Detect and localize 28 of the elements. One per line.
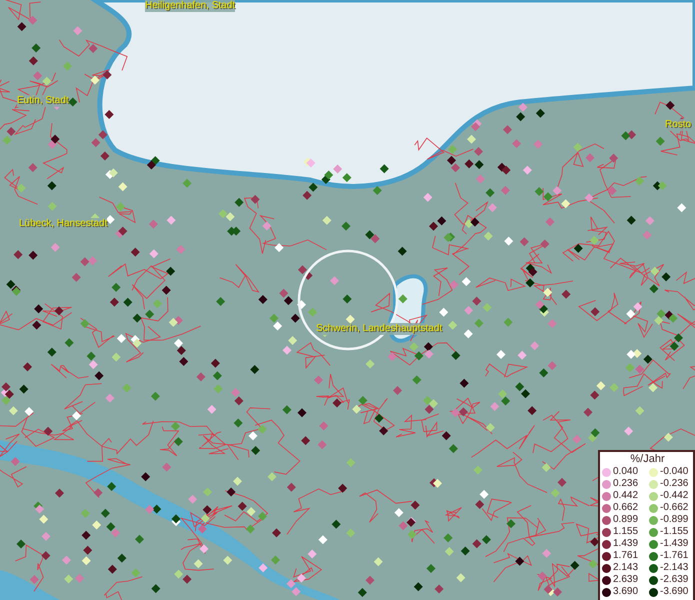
legend-value: 0.236 [613,478,640,490]
place-label: Schwerin, Landeshauptstadt [316,323,442,335]
legend-value: 0.662 [613,502,640,514]
place-label: Heiligenhafen, Stadt [145,0,236,12]
legend-value: -0.662 [660,502,690,514]
legend-value: 0.442 [613,490,640,502]
legend-title: %/Jahr [629,453,666,466]
legend-value: -3.690 [660,586,690,598]
legend-value: 0.899 [613,514,640,526]
legend-value: -0.236 [660,478,690,490]
place-label: Lübeck, Hansestadt [19,218,108,230]
legend-value: 2.639 [613,574,640,586]
legend-value: 1.761 [613,550,640,562]
legend-value: 1.439 [613,538,640,550]
legend-value: -1.761 [660,550,690,562]
place-label: Rosto [665,119,692,131]
legend-value: -2.143 [660,562,690,574]
place-label: Eutin, Stadt [17,95,69,107]
legend-value: -0.040 [660,466,690,478]
legend-value: -0.899 [660,514,690,526]
legend-value: 2.143 [613,562,640,574]
legend-value: 0.040 [613,466,640,478]
legend-value: 3.690 [613,586,640,598]
legend-value: -1.155 [660,526,690,538]
legend-value: -2.639 [660,574,690,586]
legend-value: 1.155 [613,526,640,538]
legend-value: -1.439 [660,538,690,550]
legend-value: -0.442 [660,490,690,502]
